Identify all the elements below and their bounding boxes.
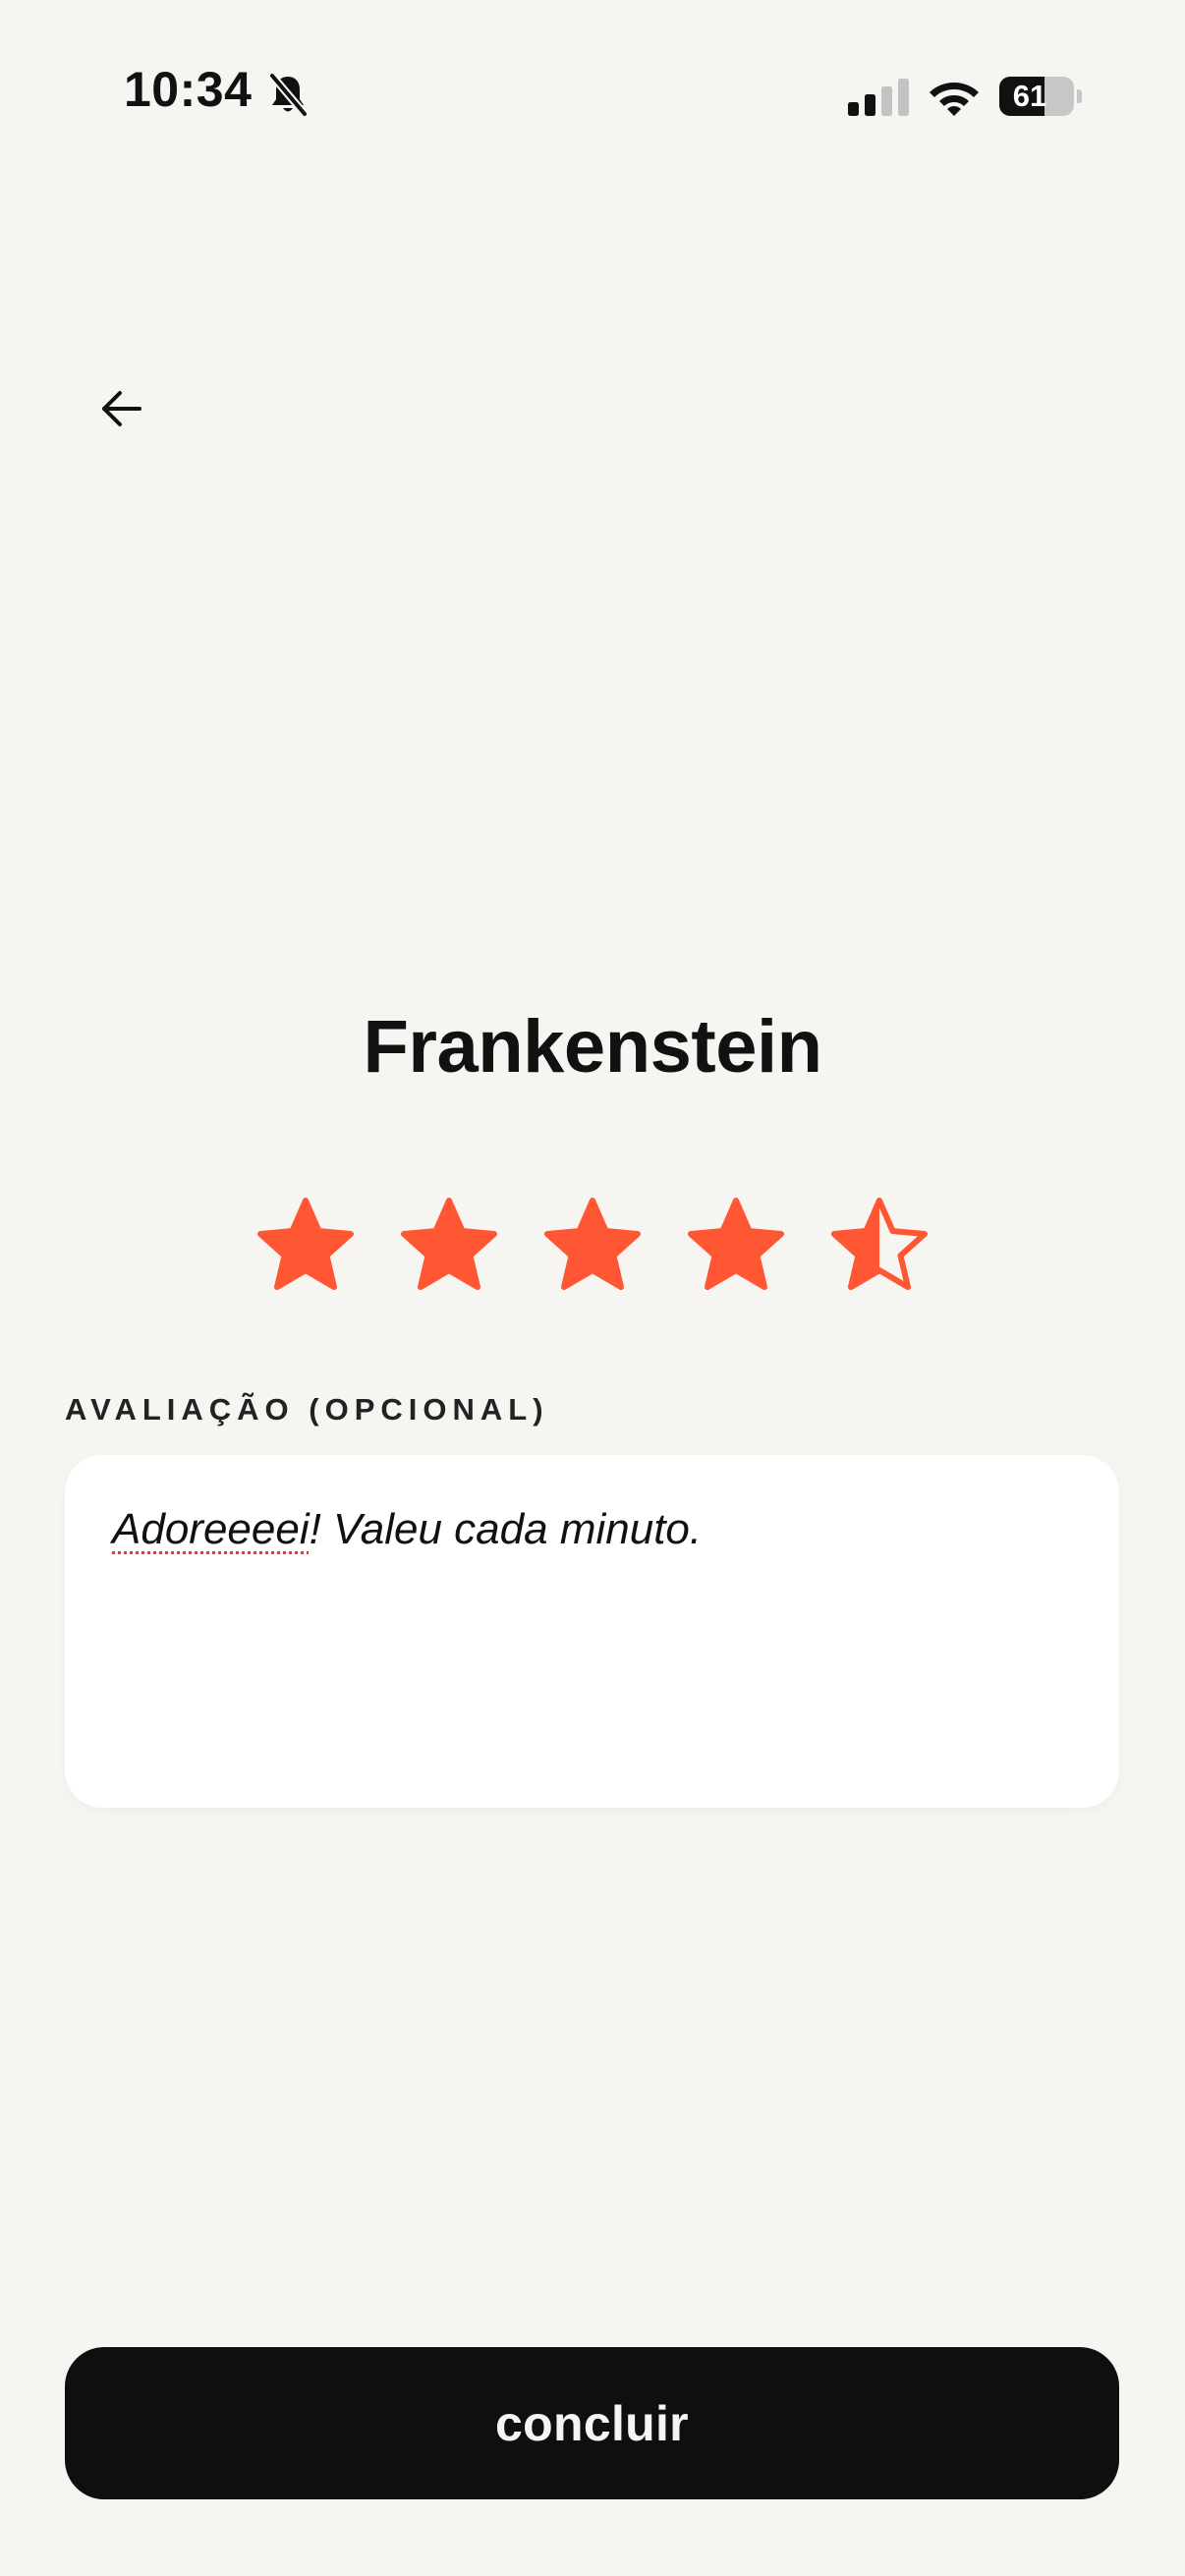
star-2-icon[interactable] — [395, 1193, 503, 1301]
status-time: 10:34 — [124, 62, 253, 117]
battery-level: 61 — [1012, 79, 1047, 113]
back-button[interactable] — [83, 369, 161, 448]
bell-slash-icon — [268, 73, 309, 118]
wifi-icon — [930, 83, 979, 116]
cellular-signal-icon — [848, 79, 909, 116]
star-1-icon[interactable] — [252, 1193, 360, 1301]
star-4-icon[interactable] — [682, 1193, 790, 1301]
star-3-icon[interactable] — [538, 1193, 647, 1301]
star-rating[interactable] — [252, 1193, 933, 1301]
finish-button[interactable]: concluir — [65, 2347, 1119, 2499]
star-5-icon[interactable] — [825, 1193, 933, 1301]
review-text-rest: ! Valeu cada minuto. — [309, 1505, 703, 1553]
review-text[interactable]: Adoreeeei! Valeu cada minuto. — [112, 1502, 1072, 1557]
book-title: Frankenstein — [363, 1005, 822, 1089]
review-label: AVALIAÇÃO (OPCIONAL) — [65, 1392, 549, 1427]
review-input[interactable]: Adoreeeei! Valeu cada minuto. — [65, 1455, 1119, 1808]
arrow-left-icon — [102, 391, 141, 426]
battery-icon: 61 — [999, 77, 1082, 116]
misspelled-word: Adoreeeei — [112, 1505, 310, 1553]
